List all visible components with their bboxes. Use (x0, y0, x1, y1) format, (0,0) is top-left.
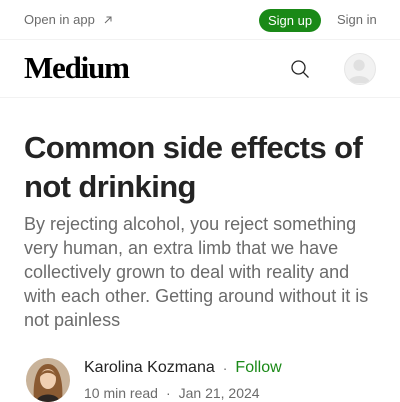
publish-date: Jan 21, 2024 (178, 385, 260, 401)
article-meta: 10 min read · Jan 21, 2024 (84, 385, 260, 401)
separator-dot: · (222, 360, 228, 376)
search-icon[interactable] (289, 58, 311, 80)
article-title: Common side effects of not drinking (24, 130, 363, 204)
author-name-link[interactable]: Karolina Kozmana (84, 359, 215, 377)
read-time: 10 min read (84, 385, 158, 401)
open-in-app-label: Open in app (24, 12, 95, 27)
site-header: Medium (0, 41, 400, 98)
follow-button[interactable]: Follow (235, 359, 281, 377)
open-in-app-link[interactable]: Open in app (24, 12, 113, 27)
author-line: Karolina Kozmana · Follow (84, 359, 282, 377)
user-avatar-icon (347, 59, 371, 84)
article-subtitle: By rejecting alcohol, you reject somethi… (24, 214, 369, 330)
user-avatar-button[interactable] (344, 53, 376, 85)
sign-in-link[interactable]: Sign in (337, 12, 377, 27)
medium-logo[interactable]: Medium (24, 50, 130, 86)
external-arrow-icon (104, 16, 112, 23)
separator-dot: · (165, 385, 171, 401)
sign-up-button[interactable]: Sign up (259, 9, 321, 32)
author-photo-image (26, 358, 70, 402)
top-bar: Open in app Sign up Sign in (0, 0, 400, 40)
author-avatar[interactable] (26, 358, 70, 402)
